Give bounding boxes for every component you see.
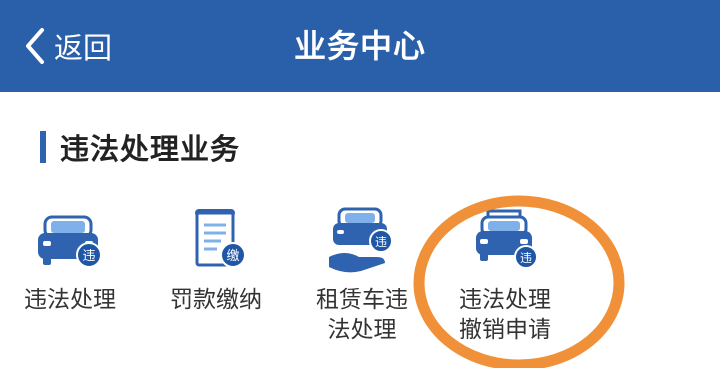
- badge-text: 违: [375, 235, 387, 249]
- service-label: 罚款缴纳: [141, 285, 291, 315]
- service-violation-handling[interactable]: 违 违法处理: [0, 205, 145, 355]
- rental-car-violation-icon: 违: [329, 207, 393, 273]
- service-fine-payment[interactable]: 缴 罚款缴纳: [141, 205, 291, 355]
- section-title: 违法处理业务: [60, 132, 241, 166]
- section-accent-bar: [40, 131, 46, 163]
- page-title: 业务中心: [293, 27, 426, 65]
- service-label-line1: 违法处理: [24, 287, 116, 313]
- car-violation-icon: 违: [38, 215, 102, 268]
- service-label: 违法处理: [0, 285, 145, 315]
- badge-text: 违: [82, 249, 95, 264]
- service-label-line1: 租赁车违: [316, 287, 408, 313]
- service-rental-car-violation[interactable]: 违 租赁车违 法处理: [287, 205, 437, 355]
- service-label-line2: 撤销申请: [459, 317, 551, 343]
- cancel-violation-icon: 违: [476, 209, 538, 269]
- top-navigation-bar: 返回 业务中心: [0, 0, 720, 92]
- document-pay-icon: 缴: [195, 209, 246, 268]
- service-label-line1: 罚款缴纳: [170, 287, 262, 313]
- badge-text: 缴: [226, 249, 239, 264]
- service-label-line2: 法处理: [327, 317, 397, 343]
- service-label-line1: 违法处理: [459, 287, 551, 313]
- section-header: 违法处理业务: [40, 130, 240, 166]
- service-violation-cancel-request[interactable]: 违 违法处理 撤销申请: [430, 205, 580, 355]
- service-label: 租赁车违 法处理: [287, 285, 437, 345]
- badge-text: 违: [520, 251, 532, 265]
- service-label: 违法处理 撤销申请: [430, 285, 580, 345]
